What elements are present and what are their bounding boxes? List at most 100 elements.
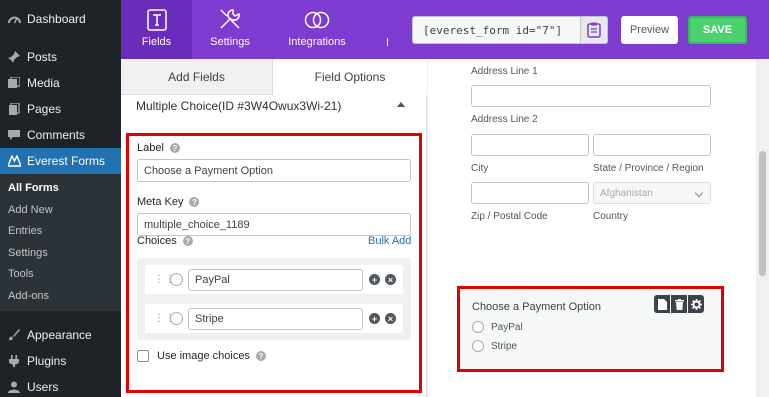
meta-key-text: Meta Key <box>137 196 184 208</box>
trash-icon[interactable] <box>671 295 687 313</box>
header-divider <box>387 38 388 46</box>
payment-choice[interactable]: PayPal <box>472 321 523 333</box>
remove-choice-icon[interactable]: × <box>385 274 396 285</box>
tab-field-options[interactable]: Field Options <box>273 59 427 95</box>
menu-everest-forms-label: Everest Forms <box>27 154 106 168</box>
drag-handle-icon[interactable]: ⋮⋮ <box>154 313 175 323</box>
bulk-add-link[interactable]: Bulk Add <box>368 235 411 247</box>
help-icon[interactable]: ? <box>255 351 266 361</box>
menu-media[interactable]: Media <box>0 70 121 96</box>
duplicate-icon[interactable] <box>654 295 670 313</box>
address-line-1-input[interactable] <box>471 85 711 107</box>
choices-text: Choices <box>137 235 177 247</box>
meta-key-input[interactable]: multiple_choice_1189 <box>137 213 411 236</box>
state-input[interactable] <box>593 134 711 156</box>
tab-add-fields[interactable]: Add Fields <box>121 59 273 95</box>
submenu-add-ons[interactable]: Add-ons <box>0 286 121 308</box>
menu-comments[interactable]: Comments <box>0 122 121 148</box>
integrations-icon <box>304 11 330 29</box>
menu-pages[interactable]: Pages <box>0 96 121 122</box>
country-select[interactable]: Afghanistan <box>593 182 711 204</box>
menu-users-label: Users <box>27 380 59 394</box>
submenu-add-new[interactable]: Add New <box>0 200 121 222</box>
payment-choice-label: PayPal <box>491 321 523 333</box>
tab-settings[interactable]: Settings <box>192 0 268 59</box>
image-choices-option[interactable]: Use image choices ? <box>137 350 266 362</box>
gear-icon[interactable] <box>688 295 704 313</box>
everest-forms-icon <box>7 154 21 168</box>
country-select-value: Afghanistan <box>600 187 653 199</box>
preview-button[interactable]: Preview <box>621 16 678 44</box>
help-icon[interactable]: ? <box>169 143 180 153</box>
choice-row: ⋮⋮ PayPal + × <box>145 265 403 294</box>
label-input[interactable]: Choose a Payment Option <box>137 159 411 182</box>
save-button[interactable]: SAVE <box>688 16 747 44</box>
label-option-text: Label <box>137 142 164 154</box>
image-choices-label: Use image choices <box>157 350 250 362</box>
payment-choice-label: Stripe <box>491 340 518 352</box>
state-label: State / Province / Region <box>593 163 704 174</box>
scrollbar-thumb[interactable] <box>759 151 766 276</box>
form-builder-header: Fields Settings Integrations [everest_fo… <box>121 0 769 59</box>
menu-posts[interactable]: Posts <box>0 44 121 70</box>
chevron-down-icon <box>694 188 704 198</box>
address-line-1-label: Address Line 1 <box>471 66 538 77</box>
menu-dashboard[interactable]: Dashboard <box>0 0 121 38</box>
wrench-screwdriver-icon <box>220 9 240 29</box>
payment-choice[interactable]: Stripe <box>472 340 517 352</box>
submenu-settings[interactable]: Settings <box>0 243 121 265</box>
meta-key-heading: Meta Key ? <box>137 196 200 208</box>
collapse-caret-icon[interactable] <box>397 102 405 107</box>
image-choices-checkbox[interactable] <box>137 350 149 362</box>
tab-integrations-label: Integrations <box>288 36 346 48</box>
pages-icon <box>7 102 21 116</box>
help-icon[interactable]: ? <box>189 197 200 207</box>
drag-handle-icon[interactable]: ⋮⋮ <box>154 274 175 284</box>
submenu-tools[interactable]: Tools <box>0 264 121 286</box>
country-label: Country <box>593 211 629 222</box>
menu-media-label: Media <box>27 76 60 90</box>
field-toolbar <box>654 295 704 313</box>
shortcode-field[interactable]: [everest_form id="7"] <box>412 16 608 44</box>
tab-integrations[interactable]: Integrations <box>268 0 366 59</box>
remove-choice-icon[interactable]: × <box>385 313 396 324</box>
choice-row: ⋮⋮ Stripe + × <box>145 304 403 333</box>
choice-default-radio[interactable] <box>170 312 183 325</box>
menu-plugins[interactable]: Plugins <box>0 348 121 374</box>
submenu-all-forms[interactable]: All Forms <box>0 178 121 200</box>
zip-input[interactable] <box>471 182 589 204</box>
choice-default-radio[interactable] <box>170 273 183 286</box>
city-input[interactable] <box>471 134 589 156</box>
menu-appearance[interactable]: Appearance <box>0 322 121 348</box>
menu-users[interactable]: Users <box>0 374 121 397</box>
help-icon[interactable]: ? <box>182 236 193 246</box>
submenu-entries[interactable]: Entries <box>0 221 121 243</box>
add-choice-icon[interactable]: + <box>369 274 380 285</box>
field-options-panel: Add Fields Field Options Multiple Choice… <box>121 59 427 397</box>
payment-field-title: Choose a Payment Option <box>472 301 602 313</box>
choice-input[interactable]: Stripe <box>188 307 363 330</box>
city-label: City <box>471 163 489 174</box>
clipboard-icon <box>587 22 601 38</box>
payment-option-field[interactable]: Choose a Payment Option PayPal Stripe <box>457 286 724 372</box>
payment-radio[interactable] <box>472 321 484 333</box>
dashboard-icon <box>7 12 21 26</box>
wp-admin-sidebar: Dashboard Posts Media Pages Comments Eve… <box>0 0 121 397</box>
add-choice-icon[interactable]: + <box>369 313 380 324</box>
choices-heading: Choices ? <box>137 235 193 247</box>
field-options-title: Multiple Choice(ID #3W4Owux3Wi-21) <box>136 99 342 113</box>
menu-dashboard-label: Dashboard <box>27 12 86 26</box>
plugin-icon <box>7 354 21 368</box>
choice-input[interactable]: PayPal <box>188 268 363 291</box>
tab-fields[interactable]: Fields <box>121 0 192 59</box>
canvas-scrollbar[interactable] <box>756 59 769 397</box>
menu-appearance-label: Appearance <box>27 328 92 342</box>
menu-pages-label: Pages <box>27 102 62 116</box>
menu-posts-label: Posts <box>27 50 58 64</box>
address-line-2-label: Address Line 2 <box>471 114 538 125</box>
menu-everest-forms[interactable]: Everest Forms <box>0 148 121 174</box>
copy-shortcode-button[interactable] <box>580 16 608 44</box>
payment-radio[interactable] <box>472 340 484 352</box>
media-icon <box>7 76 21 90</box>
comment-icon <box>7 128 21 142</box>
